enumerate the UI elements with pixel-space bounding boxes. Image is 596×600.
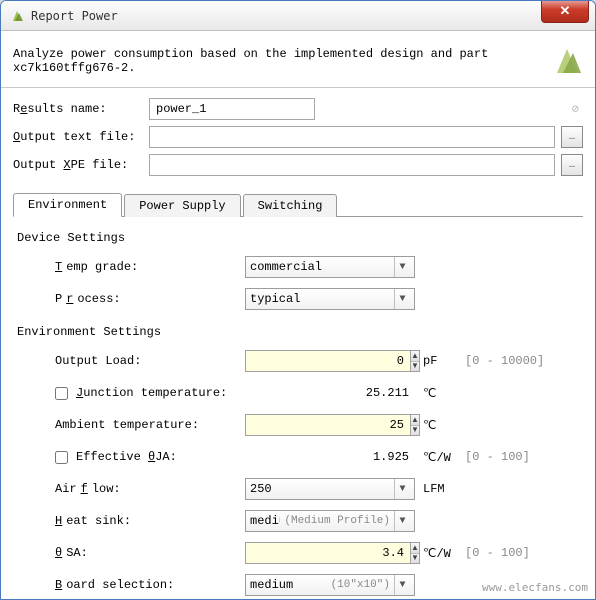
results-name-input[interactable] (149, 98, 315, 120)
browse-xpe-file-button[interactable]: … (561, 154, 583, 176)
results-name-label: Results name: (13, 102, 143, 116)
output-load-range: [0 - 10000] (465, 354, 544, 368)
tab-power-supply[interactable]: Power Supply (124, 194, 240, 217)
chevron-down-icon: ▼ (394, 575, 410, 595)
output-load-label: Output Load: (55, 354, 245, 368)
heat-sink-row: Heat sink: medium (Medium Profile) ▼ (55, 509, 579, 533)
app-icon (9, 8, 25, 24)
dialog-header: Analyze power consumption based on the i… (1, 31, 595, 88)
output-text-file-label: Output text file: (13, 130, 143, 144)
airflow-unit: LFM (423, 482, 459, 496)
board-selection-combo[interactable]: medium (10"x10") ▼ (245, 574, 415, 596)
osa-label: θSA: (55, 546, 245, 560)
effective-oja-unit: ℃/W (423, 450, 459, 465)
chevron-down-icon: ▼ (394, 511, 410, 531)
process-combo[interactable]: typical ▼ (245, 288, 415, 310)
osa-range: [0 - 100] (465, 546, 530, 560)
spin-down-button[interactable]: ▼ (411, 426, 419, 436)
junction-temp-label: Junction temperature: (55, 386, 245, 400)
close-button[interactable]: ✕ (541, 1, 589, 23)
ambient-temp-row: Ambient temperature: ▲▼ ℃ (55, 413, 579, 437)
spin-up-button[interactable]: ▲ (411, 543, 419, 554)
spin-down-button[interactable]: ▼ (411, 554, 419, 564)
device-settings-title: Device Settings (17, 231, 579, 245)
ambient-temp-unit: ℃ (423, 418, 459, 433)
junction-temp-value: 25.211 (245, 386, 415, 400)
heat-sink-label: Heat sink: (55, 514, 245, 528)
temp-grade-combo[interactable]: commercial ▼ (245, 256, 415, 278)
effective-oja-row: Effective θJA: 1.925 ℃/W [0 - 100] (55, 445, 579, 469)
ambient-temp-label: Ambient temperature: (55, 418, 245, 432)
spin-up-button[interactable]: ▲ (411, 351, 419, 362)
osa-spinner[interactable]: ▲▼ (245, 542, 415, 564)
process-row: Process: typical ▼ (55, 287, 579, 311)
output-text-file-input[interactable] (149, 126, 555, 148)
browse-text-file-button[interactable]: … (561, 126, 583, 148)
process-label: Process: (55, 292, 245, 306)
output-xpe-file-input[interactable] (149, 154, 555, 176)
airflow-combo[interactable]: 250 ▼ (245, 478, 415, 500)
effective-oja-checkbox[interactable] (55, 451, 68, 464)
ambient-temp-spinner[interactable]: ▲▼ (245, 414, 415, 436)
clear-icon[interactable]: ⊘ (572, 102, 579, 117)
header-icon (551, 45, 583, 77)
spin-up-button[interactable]: ▲ (411, 415, 419, 426)
output-load-spinner[interactable]: ▲▼ (245, 350, 415, 372)
airflow-label: Airflow: (55, 482, 245, 496)
osa-input[interactable] (245, 542, 410, 564)
junction-temp-unit: ℃ (423, 386, 459, 401)
environment-settings-title: Environment Settings (17, 325, 579, 339)
effective-oja-range: [0 - 100] (465, 450, 530, 464)
chevron-down-icon: ▼ (394, 479, 410, 499)
temp-grade-row: Temp grade: commercial ▼ (55, 255, 579, 279)
output-xpe-file-row: Output XPE file: … (13, 154, 583, 176)
tab-switching[interactable]: Switching (243, 194, 338, 217)
osa-unit: ℃/W (423, 546, 459, 561)
environment-panel: Device Settings Temp grade: commercial ▼… (1, 217, 595, 600)
chevron-down-icon: ▼ (394, 257, 410, 277)
output-load-input[interactable] (245, 350, 410, 372)
temp-grade-label: Temp grade: (55, 260, 245, 274)
output-load-row: Output Load: ▲▼ pF [0 - 10000] (55, 349, 579, 373)
airflow-row: Airflow: 250 ▼ LFM (55, 477, 579, 501)
tab-environment[interactable]: Environment (13, 193, 122, 217)
chevron-down-icon: ▼ (394, 289, 410, 309)
results-name-row: Results name: ⊘ (13, 98, 583, 120)
heat-sink-combo[interactable]: medium (Medium Profile) ▼ (245, 510, 415, 532)
tab-bar: Environment Power Supply Switching (13, 192, 583, 217)
ambient-temp-input[interactable] (245, 414, 410, 436)
output-load-unit: pF (423, 354, 459, 368)
window-title: Report Power (31, 9, 541, 23)
osa-row: θSA: ▲▼ ℃/W [0 - 100] (55, 541, 579, 565)
header-text: Analyze power consumption based on the i… (13, 47, 543, 75)
output-text-file-row: Output text file: … (13, 126, 583, 148)
top-form: Results name: ⊘ Output text file: … Outp… (1, 88, 595, 188)
effective-oja-value: 1.925 (245, 450, 415, 464)
junction-temp-checkbox[interactable] (55, 387, 68, 400)
dialog-window: Report Power ✕ Analyze power consumption… (0, 0, 596, 600)
spin-down-button[interactable]: ▼ (411, 362, 419, 372)
titlebar: Report Power ✕ (1, 1, 595, 31)
output-xpe-file-label: Output XPE file: (13, 158, 143, 172)
board-selection-row: Board selection: medium (10"x10") ▼ (55, 573, 579, 597)
board-selection-label: Board selection: (55, 578, 245, 592)
junction-temp-row: Junction temperature: 25.211 ℃ (55, 381, 579, 405)
effective-oja-label: Effective θJA: (55, 450, 245, 464)
